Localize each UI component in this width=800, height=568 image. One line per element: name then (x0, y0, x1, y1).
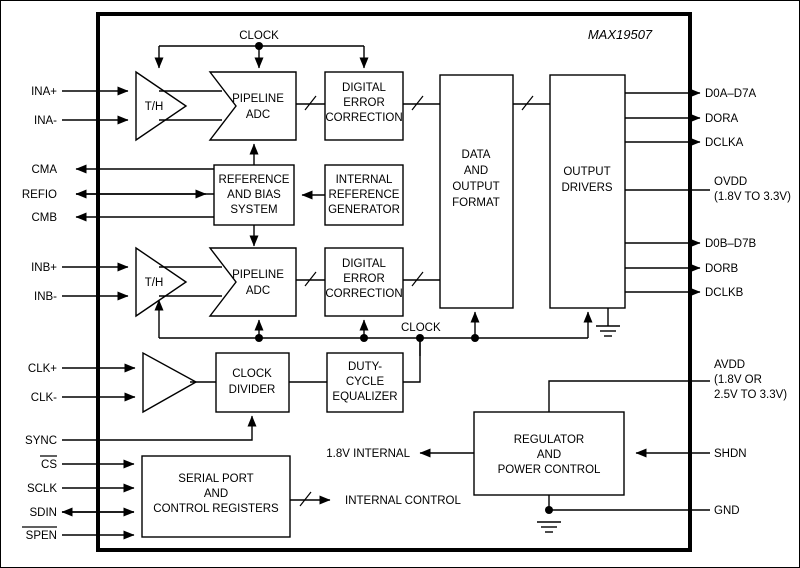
dec-b-line2: ERROR (343, 273, 385, 285)
bus-slash-adc-a (304, 95, 317, 111)
drivers-line1: OUTPUT (563, 166, 610, 178)
pin-label-avdd-range2: 2.5V TO 3.3V) (714, 389, 787, 401)
pin-label-clk-minus: CLK- (31, 392, 57, 404)
refbias-line2: AND BIAS (227, 189, 281, 201)
serialport-line3: CONTROL REGISTERS (153, 503, 279, 515)
clock-divider (215, 352, 290, 413)
pipeline-adc-b (208, 247, 297, 317)
pin-label-ovdd-range: (1.8V TO 3.3V) (714, 191, 791, 203)
regulator-line2: AND (537, 449, 561, 461)
pin-label-dclkb: DCLKB (705, 287, 744, 299)
format-line3: OUTPUT (452, 181, 499, 193)
pipeline-adc-a (208, 71, 297, 141)
clockdiv-line1: CLOCK (232, 368, 272, 380)
dec-b-line3: CORRECTION (325, 288, 402, 300)
pin-label-sync: SYNC (25, 435, 57, 447)
pipeline-adc-a-line2: ADC (246, 109, 270, 121)
pin-label-d0b-d7b: D0B–D7B (705, 238, 756, 250)
intref-line1: INTERNAL (336, 174, 393, 186)
format-line2: AND (464, 165, 488, 177)
pin-label-dclka: DCLKA (705, 137, 744, 149)
pipeline-adc-b-line1: PIPELINE (232, 269, 284, 281)
wire-avdd (548, 380, 710, 412)
pin-label-sdin: SDIN (30, 507, 57, 519)
pin-label-avdd-range1: (1.8V OR (714, 374, 762, 386)
pin-label-dora: DORA (705, 113, 739, 125)
pin-label-ovdd: OVDD (714, 176, 747, 188)
left-pin-labels: INA+ INA- CMA REFIO CMB INB+ INB- CLK+ C… (22, 86, 57, 542)
intref-line2: REFERENCE (329, 189, 400, 201)
pin-label-sclk: SCLK (27, 483, 57, 495)
dec-b-line1: DIGITAL (342, 258, 386, 270)
pin-label-ina-plus: INA+ (31, 86, 57, 98)
clock-net-label-top: CLOCK (239, 30, 279, 42)
dce-line3: EQUALIZER (332, 391, 397, 403)
track-hold-a-label: T/H (145, 101, 164, 113)
pin-label-ina-minus: INA- (34, 115, 57, 127)
pin-label-dorb: DORB (705, 263, 739, 275)
internal-1v8-label: 1.8V INTERNAL (326, 448, 410, 460)
format-line1: DATA (462, 149, 491, 161)
format-line4: FORMAT (452, 197, 500, 209)
dec-a-line3: CORRECTION (325, 112, 402, 124)
pin-label-clk-plus: CLK+ (28, 363, 57, 375)
intref-line3: GENERATOR (328, 204, 400, 216)
internal-control-label: INTERNAL CONTROL (345, 495, 461, 507)
track-hold-b-label: T/H (145, 277, 164, 289)
bus-slash-adc-b (304, 271, 317, 287)
bus-slash-dec-a (411, 95, 424, 111)
dce-line1: DUTY- (348, 361, 382, 373)
pin-label-refio: REFIO (22, 189, 57, 201)
regulator-line1: REGULATOR (514, 434, 585, 446)
wire-dce-to-clockbus (403, 341, 421, 383)
serialport-line2: AND (204, 488, 228, 500)
pipeline-adc-a-line1: PIPELINE (232, 93, 284, 105)
regulator-line3: POWER CONTROL (498, 464, 601, 476)
pipeline-adc-b-line2: ADC (246, 285, 270, 297)
refbias-line3: SYSTEM (230, 204, 277, 216)
pin-label-spen: SPEN (26, 530, 57, 542)
pin-label-d0a-d7a: D0A–D7A (705, 88, 756, 100)
pin-label-inb-minus: INB- (34, 291, 57, 303)
pin-label-cs: CS (41, 459, 57, 471)
refbias-line1: REFERENCE (219, 174, 290, 186)
dec-a-line1: DIGITAL (342, 82, 386, 94)
drivers-line2: DRIVERS (561, 182, 612, 194)
part-number: MAX19507 (588, 27, 653, 42)
clockdiv-line2: DIVIDER (229, 384, 276, 396)
pin-label-inb-plus: INB+ (31, 262, 57, 274)
bus-slash-dec-b (411, 271, 424, 287)
serialport-line1: SERIAL PORT (178, 473, 253, 485)
wire-sync (62, 415, 257, 441)
pin-label-shdn: SHDN (714, 448, 747, 460)
right-pin-labels: D0A–D7A DORA DCLKA OVDD (1.8V TO 3.3V) D… (705, 88, 791, 517)
clock-net-label-mid: CLOCK (401, 322, 441, 334)
pin-label-cmb: CMB (31, 212, 57, 224)
pin-label-avdd: AVDD (714, 359, 745, 371)
bus-slash-internal-control (299, 491, 312, 507)
bus-slash-format (521, 95, 534, 111)
pin-label-cma: CMA (31, 164, 57, 176)
pin-label-gnd: GND (714, 505, 740, 517)
dec-a-line2: ERROR (343, 97, 385, 109)
block-diagram: MAX19507 CLOCK T/H PIPELINE ADC DIGITAL … (0, 0, 800, 568)
clock-input-buffer (142, 351, 198, 414)
dce-line2: CYCLE (346, 376, 385, 388)
